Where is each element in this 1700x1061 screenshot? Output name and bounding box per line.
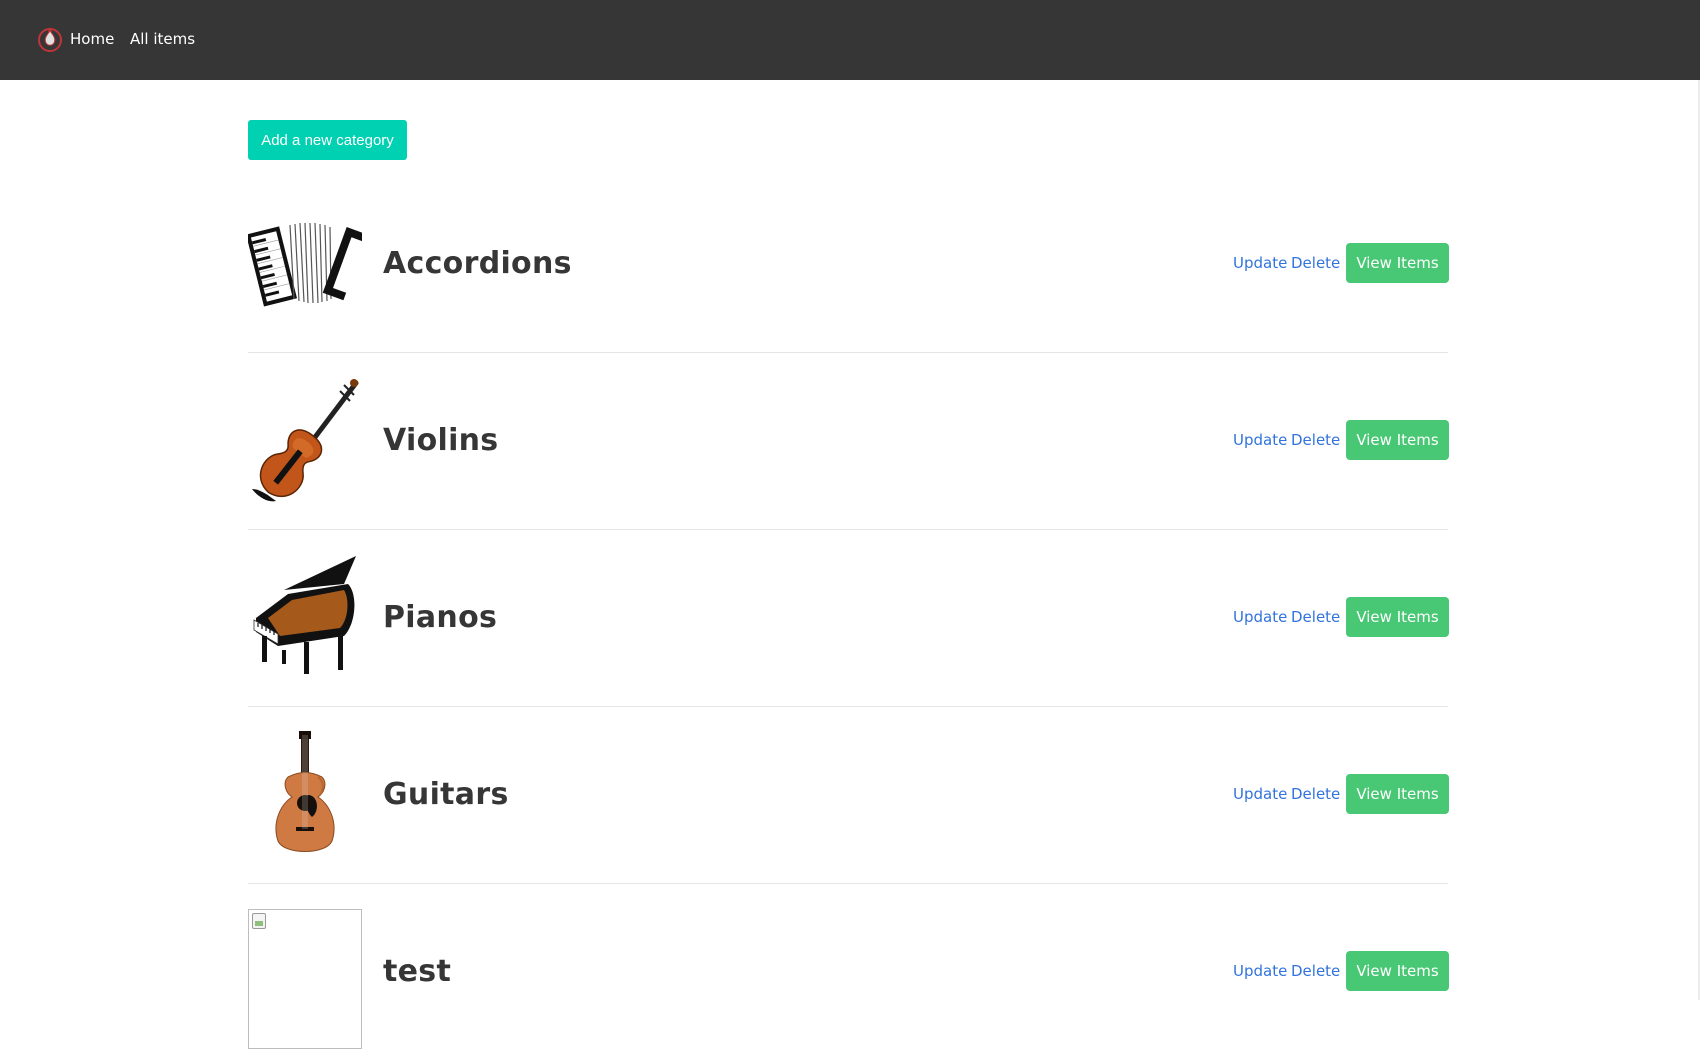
category-name: Guitars (383, 777, 509, 812)
delete-link[interactable]: Delete (1291, 783, 1340, 805)
guitar-image (248, 731, 362, 859)
top-navbar: Home All items (0, 0, 1700, 80)
view-items-button[interactable]: View Items (1346, 243, 1449, 283)
category-name: Pianos (383, 600, 498, 635)
view-items-button[interactable]: View Items (1346, 951, 1449, 991)
category-row: Accordions Update Delete View Items (248, 176, 1449, 353)
nav-home-link[interactable]: Home (70, 28, 114, 50)
add-category-button[interactable]: Add a new category (248, 120, 407, 160)
update-link[interactable]: Update (1233, 252, 1287, 274)
delete-link[interactable]: Delete (1291, 429, 1340, 451)
broken-image (248, 909, 362, 1049)
delete-link[interactable]: Delete (1291, 960, 1340, 982)
nav-all-items-link[interactable]: All items (130, 28, 195, 50)
category-name: test (383, 954, 452, 989)
category-row: Guitars Update Delete View Items (248, 707, 1449, 884)
brand-logo-icon[interactable] (37, 25, 63, 53)
category-row: test Update Delete View Items (248, 884, 1449, 1061)
accordion-image (248, 200, 362, 328)
update-link[interactable]: Update (1233, 960, 1287, 982)
violin-image (248, 377, 362, 505)
category-name: Violins (383, 423, 499, 458)
view-items-button[interactable]: View Items (1346, 774, 1449, 814)
delete-link[interactable]: Delete (1291, 606, 1340, 628)
delete-link[interactable]: Delete (1291, 252, 1340, 274)
view-items-button[interactable]: View Items (1346, 597, 1449, 637)
piano-image (248, 554, 362, 682)
update-link[interactable]: Update (1233, 783, 1287, 805)
category-name: Accordions (383, 246, 572, 281)
category-row: Violins Update Delete View Items (248, 353, 1449, 530)
view-items-button[interactable]: View Items (1346, 420, 1449, 460)
update-link[interactable]: Update (1233, 429, 1287, 451)
broken-image-icon (252, 913, 266, 929)
update-link[interactable]: Update (1233, 606, 1287, 628)
category-row: Pianos Update Delete View Items (248, 530, 1449, 707)
